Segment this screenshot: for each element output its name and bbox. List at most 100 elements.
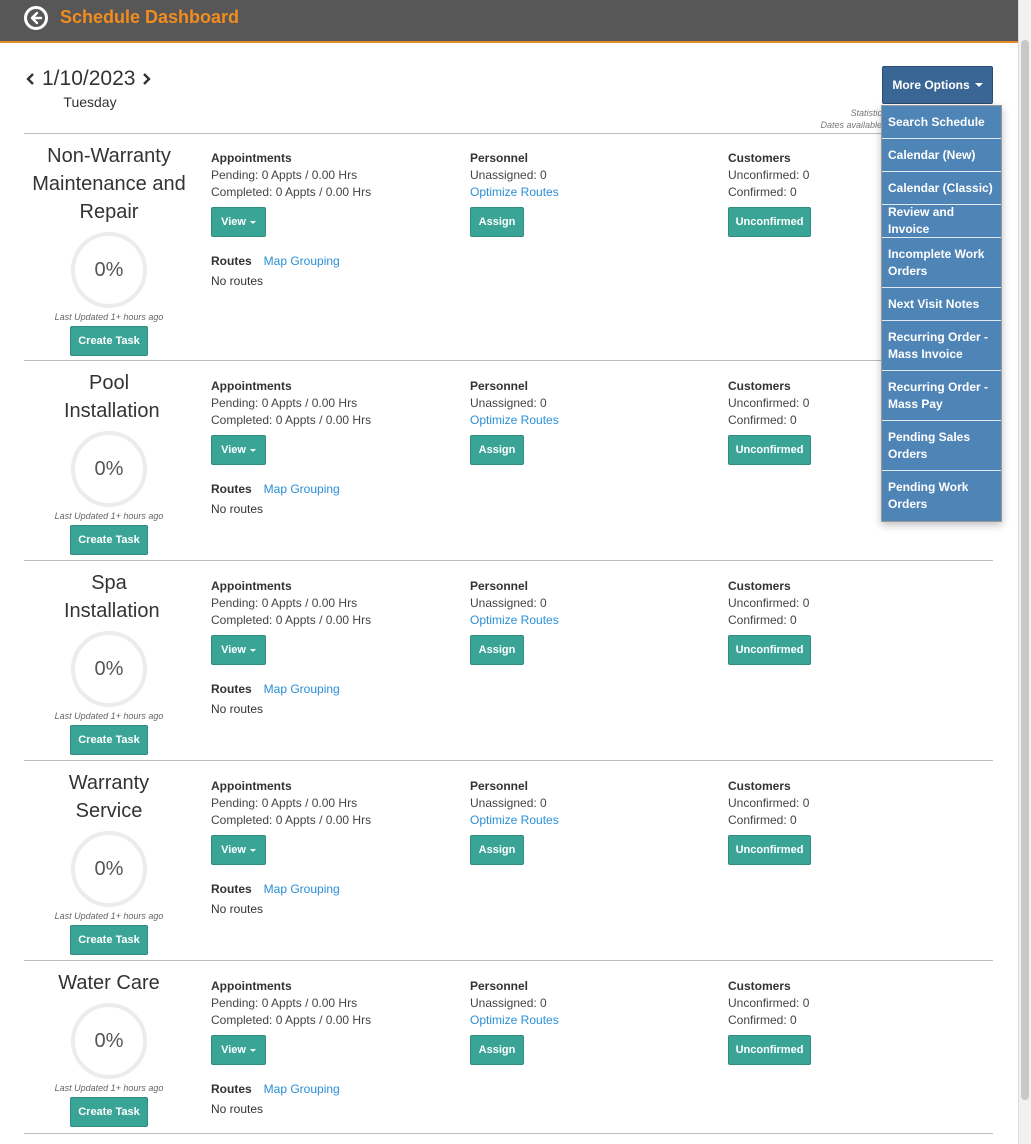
view-label: View bbox=[221, 644, 246, 656]
caret-down-icon bbox=[249, 220, 256, 224]
routes-heading: Routes bbox=[211, 253, 252, 268]
menu-item-incomplete-work-orders[interactable]: Incomplete Work Orders bbox=[882, 238, 1001, 288]
unconfirmed-button[interactable]: Unconfirmed bbox=[728, 635, 811, 665]
more-options-menu: Search Schedule Calendar (New) Calendar … bbox=[881, 105, 1002, 522]
no-routes-text: No routes bbox=[211, 1102, 264, 1116]
statistics-note: Statistic Dates available bbox=[820, 107, 882, 131]
optimize-routes-link[interactable]: Optimize Routes bbox=[470, 185, 559, 202]
scrollbar-thumb[interactable] bbox=[1021, 40, 1029, 1100]
appointments-column: Appointments Pending: 0 Appts / 0.00 Hrs… bbox=[211, 979, 371, 1116]
optimize-routes-link[interactable]: Optimize Routes bbox=[470, 613, 559, 630]
pending-appts: Pending: 0 Appts / 0.00 Hrs bbox=[211, 168, 358, 182]
more-options-button[interactable]: More Options bbox=[882, 66, 993, 104]
routes-heading: Routes bbox=[211, 881, 252, 896]
create-task-button[interactable]: Create Task bbox=[70, 725, 148, 755]
unconfirmed-button[interactable]: Unconfirmed bbox=[728, 1035, 811, 1065]
view-button[interactable]: View bbox=[211, 435, 266, 465]
customers-heading: Customers bbox=[728, 979, 791, 993]
menu-item-review-invoice[interactable]: Review and Invoice bbox=[882, 205, 1001, 238]
chevron-right-icon[interactable] bbox=[139, 69, 153, 89]
unassigned-count: Unassigned: 0 bbox=[470, 396, 547, 410]
customers-column: Customers Unconfirmed: 0 Confirmed: 0 Un… bbox=[728, 151, 811, 237]
caret-down-icon bbox=[249, 1048, 256, 1052]
view-button[interactable]: View bbox=[211, 635, 266, 665]
create-task-button[interactable]: Create Task bbox=[70, 525, 148, 555]
weekday-label: Tuesday bbox=[63, 94, 117, 110]
map-grouping-link[interactable]: Map Grouping bbox=[264, 882, 340, 896]
routes-heading: Routes bbox=[211, 481, 252, 496]
chevron-left-icon[interactable] bbox=[24, 69, 38, 89]
create-task-button[interactable]: Create Task bbox=[70, 925, 148, 955]
caret-down-icon bbox=[249, 848, 256, 852]
view-button[interactable]: View bbox=[211, 835, 266, 865]
appointments-heading: Appointments bbox=[211, 979, 292, 993]
completed-appts: Completed: 0 Appts / 0.00 Hrs bbox=[211, 185, 372, 199]
view-button[interactable]: View bbox=[211, 207, 266, 237]
back-arrow-circle-icon[interactable] bbox=[24, 6, 48, 30]
map-grouping-link[interactable]: Map Grouping bbox=[264, 254, 340, 268]
customers-heading: Customers bbox=[728, 779, 791, 793]
view-button[interactable]: View bbox=[211, 1035, 266, 1065]
menu-item-recurring-mass-invoice[interactable]: Recurring Order - Mass Invoice bbox=[882, 321, 1001, 371]
vertical-scrollbar[interactable] bbox=[1018, 0, 1031, 1144]
divider bbox=[24, 1133, 993, 1134]
map-grouping-link[interactable]: Map Grouping bbox=[264, 482, 340, 496]
menu-item-search-schedule[interactable]: Search Schedule bbox=[882, 106, 1001, 139]
menu-item-pending-work-orders[interactable]: Pending Work Orders bbox=[882, 471, 1001, 521]
appointments-heading: Appointments bbox=[211, 579, 292, 593]
assign-button[interactable]: Assign bbox=[470, 1035, 524, 1065]
map-grouping-link[interactable]: Map Grouping bbox=[264, 1082, 340, 1096]
confirmed-count: Confirmed: 0 bbox=[728, 413, 797, 427]
menu-item-next-visit-notes[interactable]: Next Visit Notes bbox=[882, 288, 1001, 321]
category-block: Spa Installation 0% Last Updated 1+ hour… bbox=[24, 569, 194, 755]
assign-button[interactable]: Assign bbox=[470, 207, 524, 237]
unconfirmed-count: Unconfirmed: 0 bbox=[728, 396, 810, 410]
menu-item-pending-sales-orders[interactable]: Pending Sales Orders bbox=[882, 421, 1001, 471]
unconfirmed-count: Unconfirmed: 0 bbox=[728, 596, 810, 610]
optimize-routes-link[interactable]: Optimize Routes bbox=[470, 813, 559, 830]
completed-appts: Completed: 0 Appts / 0.00 Hrs bbox=[211, 813, 372, 827]
caret-down-icon bbox=[249, 648, 256, 652]
pending-appts: Pending: 0 Appts / 0.00 Hrs bbox=[211, 396, 358, 410]
personnel-column: Personnel Unassigned: 0 Optimize Routes … bbox=[470, 379, 559, 465]
unconfirmed-button[interactable]: Unconfirmed bbox=[728, 835, 811, 865]
create-task-button[interactable]: Create Task bbox=[70, 1097, 148, 1127]
unconfirmed-button[interactable]: Unconfirmed bbox=[728, 435, 811, 465]
unassigned-count: Unassigned: 0 bbox=[470, 996, 547, 1010]
statistics-note-line: Dates available bbox=[820, 120, 882, 130]
optimize-routes-link[interactable]: Optimize Routes bbox=[470, 413, 559, 430]
schedule-section: Non-Warranty Maintenance and Repair 0% L… bbox=[24, 133, 993, 360]
optimize-routes-link[interactable]: Optimize Routes bbox=[470, 1013, 559, 1030]
view-label: View bbox=[221, 1044, 246, 1056]
no-routes-text: No routes bbox=[211, 502, 264, 516]
last-updated: Last Updated 1+ hours ago bbox=[54, 711, 164, 721]
customers-column: Customers Unconfirmed: 0 Confirmed: 0 Un… bbox=[728, 579, 811, 665]
personnel-column: Personnel Unassigned: 0 Optimize Routes … bbox=[470, 151, 559, 237]
confirmed-count: Confirmed: 0 bbox=[728, 613, 797, 627]
last-updated: Last Updated 1+ hours ago bbox=[54, 911, 164, 921]
menu-item-calendar-new[interactable]: Calendar (New) bbox=[882, 139, 1001, 172]
personnel-heading: Personnel bbox=[470, 579, 529, 593]
assign-button[interactable]: Assign bbox=[470, 835, 524, 865]
personnel-column: Personnel Unassigned: 0 Optimize Routes … bbox=[470, 579, 559, 665]
current-date: 1/10/2023 bbox=[42, 67, 136, 90]
completed-appts: Completed: 0 Appts / 0.00 Hrs bbox=[211, 1013, 372, 1027]
caret-down-icon bbox=[249, 448, 256, 452]
progress-ring: 0% bbox=[71, 631, 147, 707]
menu-item-recurring-mass-pay[interactable]: Recurring Order - Mass Pay bbox=[882, 371, 1001, 421]
progress-ring: 0% bbox=[71, 232, 147, 308]
unconfirmed-count: Unconfirmed: 0 bbox=[728, 996, 810, 1010]
personnel-heading: Personnel bbox=[470, 151, 529, 165]
assign-button[interactable]: Assign bbox=[470, 635, 524, 665]
schedule-section: Warranty Service 0% Last Updated 1+ hour… bbox=[24, 760, 993, 960]
last-updated: Last Updated 1+ hours ago bbox=[54, 511, 164, 521]
create-task-button[interactable]: Create Task bbox=[70, 326, 148, 356]
no-routes-text: No routes bbox=[211, 902, 264, 916]
menu-item-calendar-classic[interactable]: Calendar (Classic) bbox=[882, 172, 1001, 205]
unconfirmed-button[interactable]: Unconfirmed bbox=[728, 207, 811, 237]
assign-button[interactable]: Assign bbox=[470, 435, 524, 465]
personnel-column: Personnel Unassigned: 0 Optimize Routes … bbox=[470, 979, 559, 1065]
appointments-column: Appointments Pending: 0 Appts / 0.00 Hrs… bbox=[211, 379, 371, 516]
map-grouping-link[interactable]: Map Grouping bbox=[264, 682, 340, 696]
category-block: Water Care 0% Last Updated 1+ hours ago … bbox=[24, 969, 194, 1127]
